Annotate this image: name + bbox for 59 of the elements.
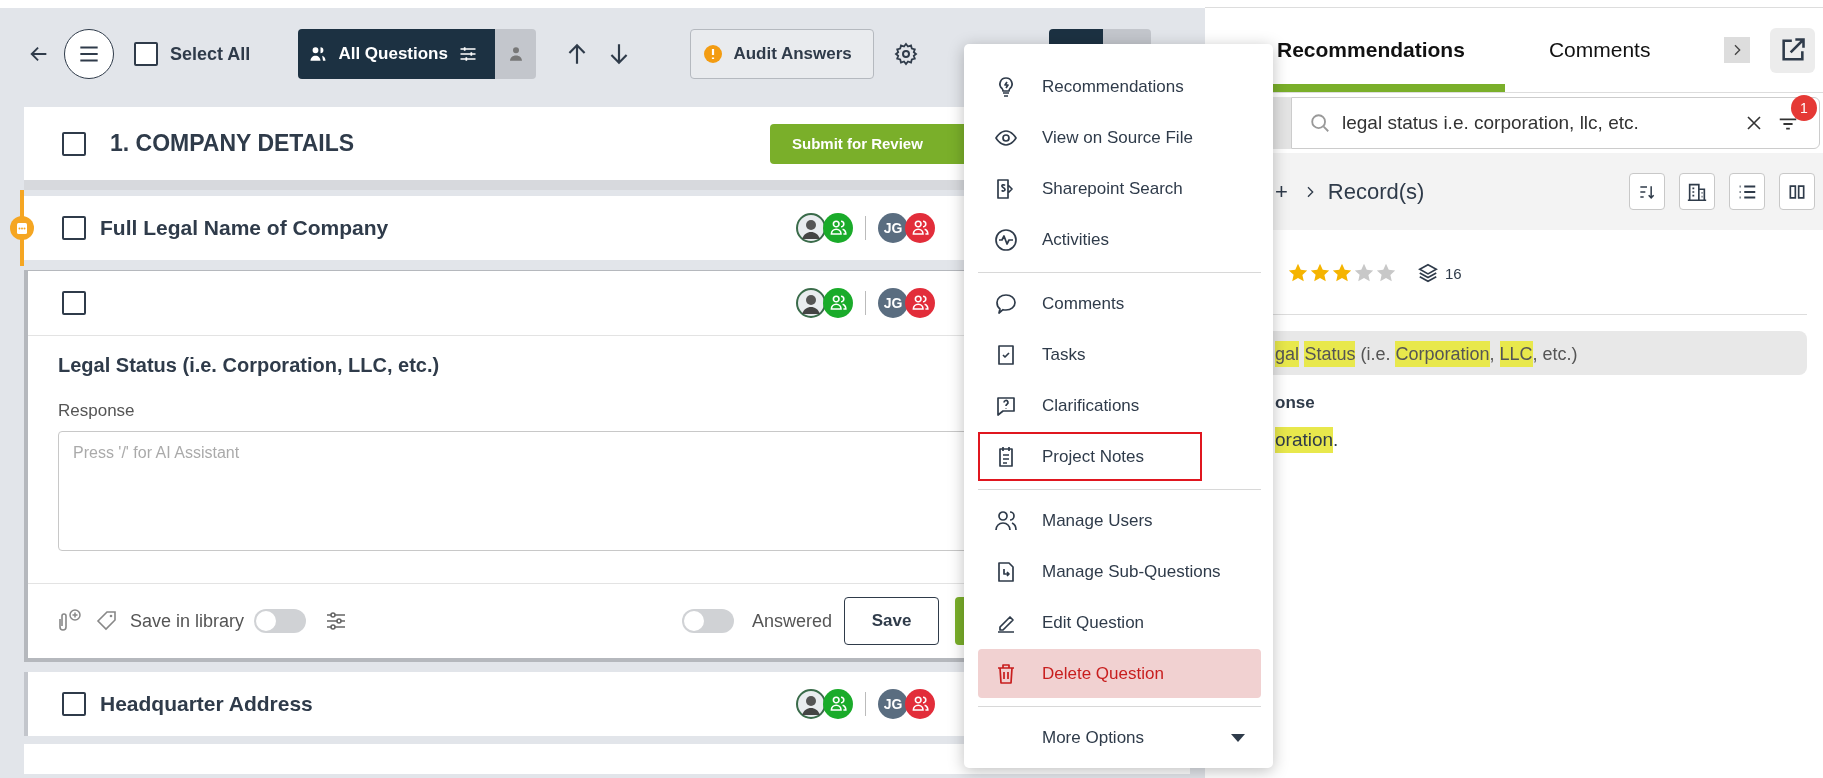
all-questions-button[interactable]: All Questions	[298, 29, 496, 79]
settings-icon[interactable]	[894, 42, 919, 66]
answered-label: Answered	[751, 610, 832, 632]
question-checkbox[interactable]	[62, 216, 86, 240]
audit-answers-button[interactable]: Audit Answers	[690, 29, 875, 79]
menu-item[interactable]: Project Notes	[978, 432, 1202, 481]
user-initials-avatar: JG	[878, 288, 908, 318]
breadcrumb-current: Record(s)	[1327, 178, 1425, 205]
user-avatar-icon	[796, 288, 826, 318]
user-avatar-icon	[796, 689, 826, 719]
question-title: Full Legal Name of Company	[100, 216, 389, 240]
users-icon	[905, 288, 935, 318]
warning-icon	[703, 44, 724, 64]
breadcrumb-root[interactable]: +	[1275, 178, 1288, 205]
search-icon	[1309, 112, 1331, 134]
close-icon[interactable]	[1745, 114, 1763, 132]
clipboard-icon[interactable]	[9, 215, 35, 241]
select-all-checkbox[interactable]	[134, 42, 158, 66]
users-icon	[994, 508, 1018, 533]
menu-item[interactable]: Edit Question	[978, 598, 1261, 647]
question-checkbox[interactable]	[62, 291, 86, 315]
save-in-library-toggle[interactable]	[254, 609, 307, 633]
menu-button[interactable]	[64, 29, 114, 79]
list-view-button[interactable]	[1729, 173, 1765, 210]
menu-item[interactable]: Clarifications	[978, 381, 1261, 430]
activity-icon	[994, 227, 1018, 252]
users-icon	[823, 213, 853, 243]
response-label: Response	[58, 401, 135, 421]
section-checkbox[interactable]	[62, 131, 86, 156]
tag-add-icon[interactable]	[94, 609, 118, 633]
save-in-library-label: Save in library	[130, 610, 245, 632]
speech-bubble-icon	[994, 291, 1018, 316]
menu-item[interactable]: Comments	[978, 279, 1261, 328]
sort-button[interactable]	[1629, 173, 1665, 210]
user-initials-avatar: JG	[878, 213, 908, 243]
question-text: Legal Status (i.e. Corporation, LLC, etc.)	[58, 354, 440, 377]
save-button[interactable]: Save	[844, 597, 939, 645]
user-avatar-icon	[796, 213, 826, 243]
section-title: 1. COMPANY DETAILS	[110, 130, 355, 157]
response-label: onse	[1274, 393, 1316, 413]
select-all-label: Select All	[170, 43, 251, 65]
caret-icon	[1231, 733, 1245, 742]
users-icon	[905, 689, 935, 719]
next-tab-button[interactable]	[1724, 37, 1750, 63]
building-button[interactable]	[1679, 173, 1715, 210]
open-external-button[interactable]	[1770, 27, 1815, 73]
columns-button[interactable]	[1779, 173, 1815, 210]
record-count: 16	[1445, 264, 1462, 282]
question-checkbox[interactable]	[62, 692, 86, 716]
layers-icon	[1417, 262, 1439, 284]
users-icon	[905, 213, 935, 243]
users-icon	[823, 689, 853, 719]
menu-item[interactable]: Delete Question	[978, 649, 1261, 698]
my-questions-button[interactable]	[495, 29, 537, 79]
panel-tab[interactable]: Comments	[1504, 8, 1691, 92]
users-icon	[823, 288, 853, 318]
answered-toggle[interactable]	[681, 609, 734, 633]
user-initials-avatar: JG	[878, 689, 908, 719]
question-title: Headquarter Address	[100, 692, 313, 716]
